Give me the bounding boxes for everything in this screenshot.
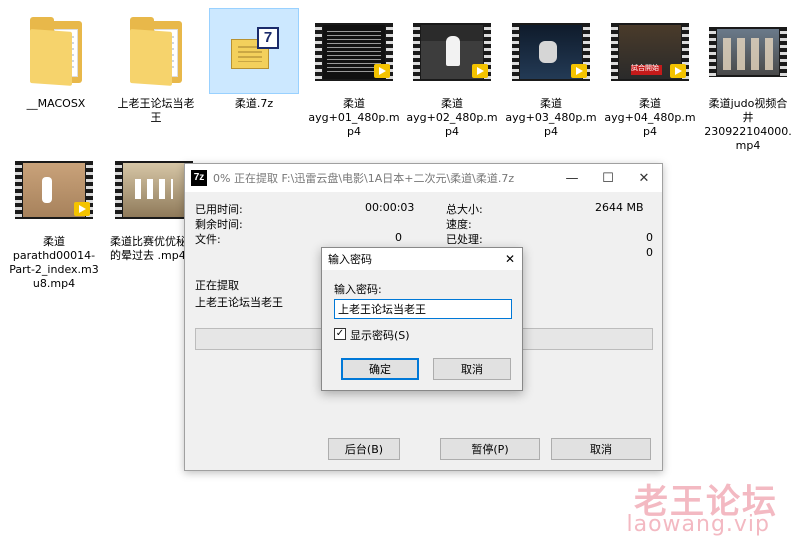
background-button[interactable]: 后台(B) [328, 438, 400, 460]
file-item-video-01[interactable]: 柔道 ayg+01_480p.m p4 [308, 10, 400, 139]
compressed-value: 0 [646, 246, 653, 259]
window-title: 0% 正在提取 F:\迅雷云盘\电影\1A日本+二次元\柔道\柔道.7z [213, 172, 515, 185]
video-thumbnail [506, 10, 596, 94]
video-frame-caption: 試合開始 [631, 64, 659, 72]
elapsed-time-value: 00:00:03 [365, 201, 415, 214]
video-thumbnail [309, 10, 399, 94]
files-value: 0 [395, 231, 402, 244]
file-item-video-merged[interactable]: 柔道judo视频合 井 230922104000. mp4 [702, 10, 794, 153]
video-thumbnail [407, 10, 497, 94]
file-item-macosx[interactable]: __MACOSX [10, 10, 102, 111]
player-badge-icon [374, 64, 390, 78]
password-dialog: 输入密码 ✕ 输入密码: ✓ 显示密码(S) 确定 取消 [321, 247, 523, 391]
show-password-label[interactable]: 显示密码(S) [350, 327, 410, 343]
files-label: 文件: [195, 233, 221, 246]
file-item-video-03[interactable]: 柔道 ayg+03_480p.m p4 [505, 10, 597, 139]
total-size-label: 总大小: [446, 203, 483, 216]
file-name: 柔道 ayg+03_480p.m p4 [505, 97, 597, 138]
password-input[interactable] [334, 299, 512, 319]
close-button[interactable]: ✕ [626, 164, 662, 192]
file-name: 柔道 ayg+02_480p.m p4 [406, 97, 498, 138]
player-badge-icon [670, 64, 686, 78]
file-item-folder-laowang[interactable]: 上老王论坛当老 王 [110, 10, 202, 125]
file-item-video-parathd[interactable]: 柔道 parathd00014- Part-2_index.m3 u8.mp4 [8, 148, 100, 291]
folder-icon [111, 10, 201, 94]
file-name: 柔道 ayg+04_480p.m p4 [604, 97, 696, 138]
file-item-video-02[interactable]: 柔道 ayg+02_480p.m p4 [406, 10, 498, 139]
video-thumbnail [9, 148, 99, 232]
password-prompt-label: 输入密码: [334, 283, 382, 296]
file-item-7z-archive[interactable]: 7 柔道.7z [208, 8, 300, 111]
cancel-button[interactable]: 取消 [433, 358, 511, 380]
file-name: 柔道judo视频合 井 230922104000. mp4 [704, 97, 792, 152]
player-badge-icon [74, 202, 90, 216]
elapsed-time-label: 已用时间: [195, 203, 243, 216]
file-name: 柔道 ayg+01_480p.m p4 [308, 97, 400, 138]
pause-button[interactable]: 暂停(P) [440, 438, 540, 460]
file-name: 上老王论坛当老 王 [117, 97, 195, 124]
close-icon[interactable]: ✕ [498, 248, 522, 270]
file-item-video-04[interactable]: 試合開始 柔道 ayg+04_480p.m p4 [604, 10, 696, 139]
folder-icon [11, 10, 101, 94]
file-name: 柔道.7z [234, 97, 274, 110]
current-item-name: 上老王论坛当老王 [195, 296, 283, 309]
window-titlebar[interactable]: 7z 0% 正在提取 F:\迅雷云盘\电影\1A日本+二次元\柔道\柔道.7z … [185, 164, 662, 192]
player-badge-icon [571, 64, 587, 78]
dialog-titlebar[interactable]: 输入密码 ✕ [322, 248, 522, 270]
total-size-value: 2644 MB [595, 201, 644, 214]
cancel-extract-button[interactable]: 取消 [551, 438, 651, 460]
video-thumbnail: 試合開始 [605, 10, 695, 94]
maximize-button[interactable]: ☐ [590, 164, 626, 192]
dialog-title: 输入密码 [328, 253, 372, 266]
desktop-folder-view: __MACOSX 上老王论坛当老 王 7 柔道.7z 柔道 ayg+01_480… [0, 0, 800, 548]
file-name: __MACOSX [26, 97, 86, 110]
archive-icon: 7 [209, 8, 299, 94]
7zip-app-icon: 7z [191, 170, 207, 186]
speed-label: 速度: [446, 218, 472, 231]
minimize-button[interactable]: — [554, 164, 590, 192]
show-password-checkbox[interactable]: ✓ [334, 328, 346, 340]
file-name: 柔道 parathd00014- Part-2_index.m3 u8.mp4 [9, 235, 99, 290]
remaining-time-label: 剩余时间: [195, 218, 243, 231]
video-thumbnail [703, 10, 793, 94]
processed-label: 已处理: [446, 233, 483, 246]
ok-button[interactable]: 确定 [341, 358, 419, 380]
player-badge-icon [472, 64, 488, 78]
processed-value: 0 [646, 231, 653, 244]
extracting-label: 正在提取 [195, 279, 239, 292]
watermark-url: laowang.vip [626, 512, 770, 537]
